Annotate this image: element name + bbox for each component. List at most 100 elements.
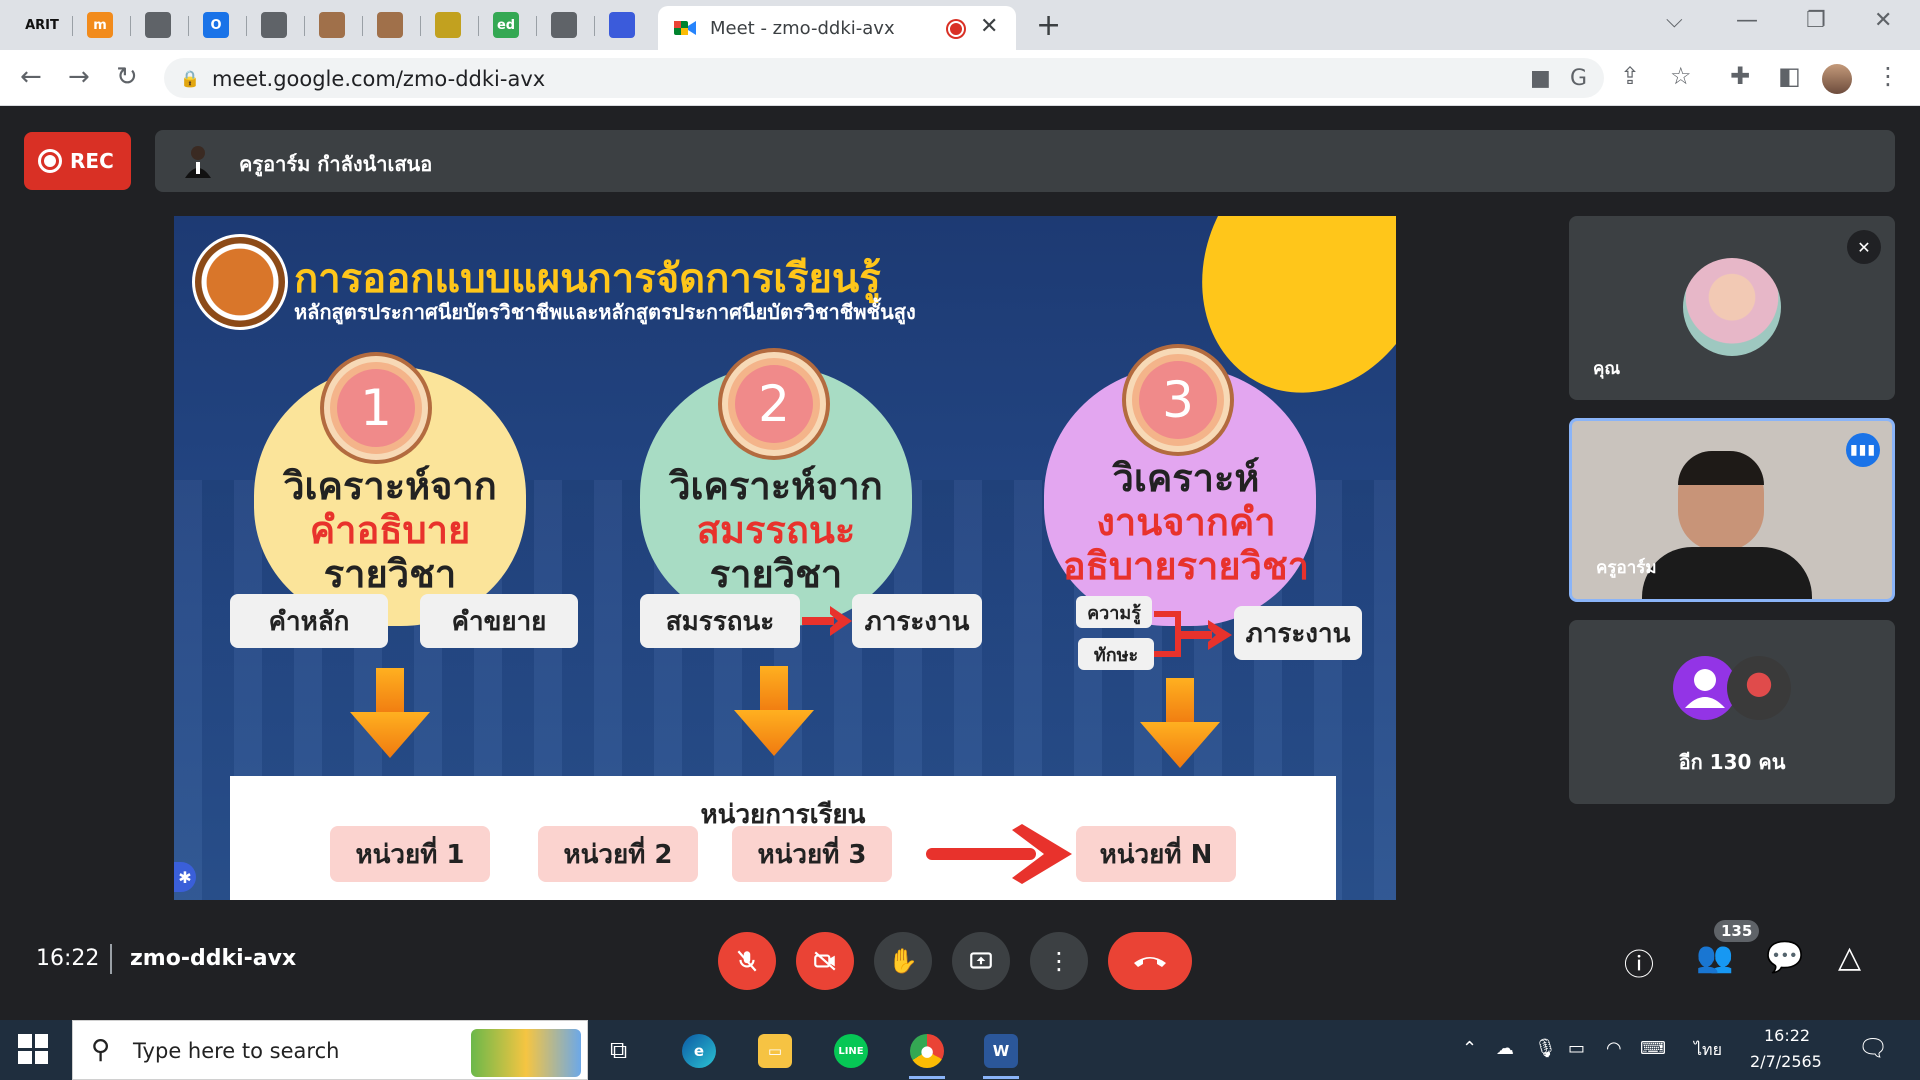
tab-separator — [362, 16, 363, 36]
seal-icon — [435, 12, 461, 38]
chat-icon[interactable]: 💬 — [1766, 940, 1803, 975]
restore-button[interactable]: ❐ — [1806, 8, 1826, 33]
globe-icon — [261, 12, 287, 38]
step-1-text: วิเคราะห์จาก คำอธิบาย รายวิชา — [244, 464, 536, 596]
step-1-pill-1: คำหลัก — [230, 594, 388, 648]
pinned-tab-2[interactable]: m — [74, 8, 126, 42]
pinned-tab-8[interactable] — [422, 8, 474, 42]
close-window-button[interactable]: ✕ — [1874, 8, 1892, 33]
step-1-number-badge: 1 — [324, 356, 428, 460]
windows-taskbar: ⚲ Type here to search ⧉ e ▭ LINE ● W ⌃ ☁… — [0, 1020, 1920, 1080]
participant-avatar — [1727, 656, 1791, 720]
tab-search-icon[interactable]: ⌵ — [1666, 8, 1683, 33]
taskbar-search-box[interactable]: ⚲ Type here to search — [72, 1020, 588, 1080]
battery-icon[interactable]: ▭ — [1568, 1038, 1585, 1059]
keyboard-icon[interactable]: ⌨ — [1640, 1038, 1666, 1059]
lock-icon[interactable]: 🔒 — [180, 69, 200, 88]
back-arrow-icon[interactable]: ← — [20, 62, 42, 92]
word-icon[interactable]: W — [984, 1034, 1018, 1068]
down-arrow-1-icon — [350, 668, 430, 758]
leave-call-button[interactable] — [1108, 932, 1192, 990]
pinned-tab-7[interactable] — [364, 8, 416, 42]
minimize-button[interactable]: — — [1736, 8, 1758, 33]
unit-1: หน่วยที่ 1 — [330, 826, 490, 882]
present-screen-button[interactable] — [952, 932, 1010, 990]
side-panel-icon[interactable]: ◧ — [1778, 62, 1801, 90]
tile-name: ครูอาร์ม — [1596, 558, 1657, 578]
pinned-tab-3[interactable] — [132, 8, 184, 42]
translate-icon[interactable]: G — [1570, 66, 1587, 91]
pinned-tab-11[interactable] — [596, 8, 648, 42]
new-tab-button[interactable]: + — [1036, 8, 1061, 43]
chrome-icon[interactable]: ● — [910, 1034, 944, 1068]
edge-icon[interactable]: e — [682, 1034, 716, 1068]
share-icon[interactable]: ⇪ — [1620, 62, 1640, 90]
tab-meet[interactable]: Meet - zmo-ddki-avx ✕ — [658, 6, 1016, 50]
pinned-tab-6[interactable] — [306, 8, 358, 42]
raise-hand-button[interactable]: ✋ — [874, 932, 932, 990]
reload-icon[interactable]: ↻ — [116, 62, 138, 92]
down-arrow-3-icon — [1140, 678, 1220, 768]
browser-tab-bar: ARIT m Oed Meet - zmo-ddki-avx ✕ + ⌵ — ❐ ✕ — [0, 0, 1920, 50]
camera-off-icon — [814, 951, 836, 971]
onedrive-icon[interactable]: ☁ — [1496, 1038, 1514, 1059]
taskbar-clock-date[interactable]: 2/7/2565 — [1750, 1052, 1822, 1071]
tab-separator — [478, 16, 479, 36]
windows-start-icon[interactable] — [18, 1034, 48, 1064]
more-menu-icon[interactable]: ⋮ — [1876, 62, 1900, 90]
search-highlight-art — [471, 1029, 581, 1077]
person-icon — [319, 12, 345, 38]
word-active-indicator — [983, 1076, 1019, 1079]
self-avatar — [1683, 258, 1781, 356]
camera-icon[interactable]: ■ — [1530, 66, 1551, 91]
hand-icon: ✋ — [888, 947, 918, 975]
ed-icon: ed — [493, 12, 519, 38]
participant-tile-presenter[interactable]: ▮▮▮ ครูอาร์ม — [1569, 418, 1895, 602]
mic-toggle-button[interactable] — [718, 932, 776, 990]
profile-avatar[interactable] — [1822, 64, 1852, 94]
participant-tile-others[interactable]: อีก 130 คน — [1569, 620, 1895, 804]
close-tab-icon[interactable]: ✕ — [980, 14, 998, 39]
more-options-button[interactable]: ⋮ — [1030, 932, 1088, 990]
search-placeholder[interactable]: Type here to search — [133, 1039, 339, 1063]
tab-separator — [594, 16, 595, 36]
step-1-line1: วิเคราะห์จาก — [283, 464, 497, 508]
file-explorer-icon[interactable]: ▭ — [758, 1034, 792, 1068]
pinned-tab-9[interactable]: ed — [480, 8, 532, 42]
rec-label: REC — [70, 149, 114, 173]
pinned-tab-4[interactable]: O — [190, 8, 242, 42]
presentation-slide: การออกแบบแผนการจัดการเรียนรู้ หลักสูตรปร… — [174, 216, 1396, 900]
task-view-icon[interactable]: ⧉ — [610, 1036, 627, 1064]
step-3-line1: วิเคราะห์ — [1112, 456, 1260, 500]
language-indicator[interactable]: ไทย — [1694, 1038, 1722, 1063]
step-3-line2: งานจากคำ — [1096, 500, 1276, 544]
step-1-line2: คำอธิบาย — [309, 508, 471, 552]
search-icon: ⚲ — [91, 1035, 111, 1065]
activities-icon[interactable]: △ — [1838, 940, 1861, 975]
recording-badge[interactable]: REC — [24, 132, 131, 190]
google-meet-icon — [674, 21, 696, 35]
pinned-tab-1[interactable]: ARIT — [16, 8, 68, 42]
step-2-right-arrow-icon — [802, 606, 852, 636]
pinned-tab-5[interactable] — [248, 8, 300, 42]
step-2-number: 2 — [735, 365, 813, 443]
participant-tile-self[interactable]: ✕ คุณ — [1569, 216, 1895, 400]
meeting-info-icon[interactable]: ⓘ — [1624, 940, 1654, 984]
unit-2: หน่วยที่ 2 — [538, 826, 698, 882]
taskbar-clock-time[interactable]: 16:22 — [1764, 1026, 1810, 1045]
line-app-icon[interactable]: LINE — [834, 1034, 868, 1068]
people-icon[interactable]: 👥 — [1696, 940, 1733, 975]
bookmark-star-icon[interactable]: ☆ — [1670, 62, 1692, 90]
mic-off-icon: ✕ — [1847, 230, 1881, 264]
extensions-icon[interactable]: ✚ — [1730, 62, 1750, 90]
url-text[interactable]: meet.google.com/zmo-ddki-avx — [212, 67, 545, 91]
wifi-icon[interactable]: ◠ — [1606, 1038, 1622, 1059]
microphone-icon[interactable]: 🎙 — [1534, 1038, 1557, 1059]
address-bar[interactable]: 🔒 meet.google.com/zmo-ddki-avx ■ G — [164, 58, 1604, 98]
pinned-tab-10[interactable] — [538, 8, 590, 42]
tray-chevron-icon[interactable]: ⌃ — [1462, 1038, 1477, 1059]
camera-toggle-button[interactable] — [796, 932, 854, 990]
hang-up-icon — [1134, 957, 1166, 967]
notifications-icon[interactable]: 🗨 — [1858, 1034, 1888, 1062]
forward-arrow-icon[interactable]: → — [68, 62, 90, 92]
